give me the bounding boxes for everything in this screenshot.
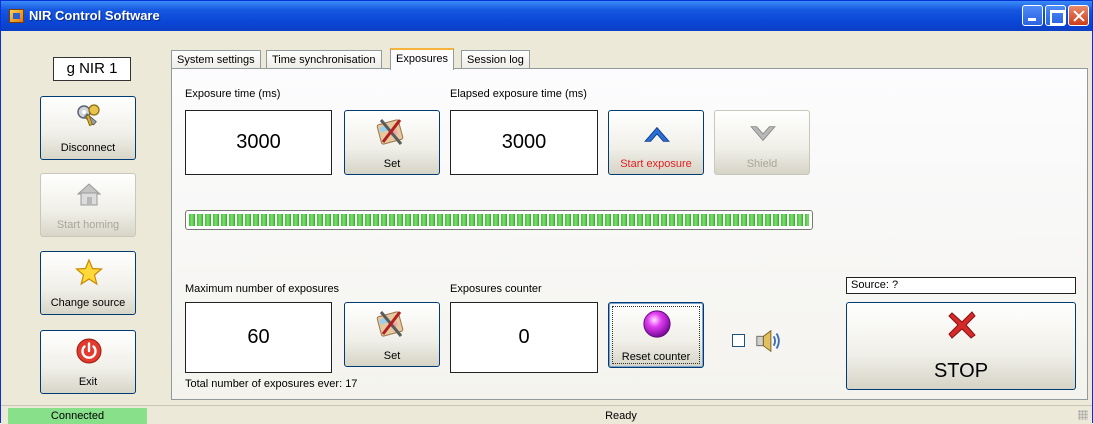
set-label: Set [383, 158, 401, 170]
exposures-counter-field: 0 [450, 302, 598, 373]
shield-label: Shield [746, 158, 778, 170]
set-exposure-time-button[interactable]: Set [344, 110, 440, 175]
chevron-down-icon [750, 126, 776, 142]
maximize-button[interactable] [1045, 5, 1066, 26]
change-source-label: Change source [50, 297, 126, 309]
stop-label: STOP [933, 360, 989, 382]
total-exposures-text: Total number of exposures ever: 17 [185, 378, 358, 390]
change-source-button[interactable]: Change source [40, 251, 136, 315]
minimize-button[interactable] [1022, 5, 1043, 26]
start-exposure-button[interactable]: Start exposure [608, 110, 704, 175]
sound-checkbox[interactable] [732, 334, 745, 347]
chevron-up-icon [644, 126, 670, 142]
exit-button[interactable]: Exit [40, 330, 136, 394]
tab-exposures[interactable]: Exposures [390, 48, 454, 70]
tools-icon [376, 311, 404, 337]
start-exposure-label: Start exposure [620, 158, 692, 170]
set-label: Set [383, 350, 401, 362]
progress-fill [189, 214, 809, 226]
device-name-label: g NIR 1 [53, 57, 131, 81]
set-max-exposures-button[interactable]: Set [344, 302, 440, 367]
keys-icon [77, 104, 100, 127]
app-icon [9, 9, 24, 23]
elapsed-exposure-time-field: 3000 [450, 110, 598, 175]
start-homing-label: Start homing [56, 219, 120, 231]
connection-status: Connected [8, 408, 147, 424]
tools-icon [376, 119, 404, 145]
max-exposures-label: Maximum number of exposures [185, 283, 340, 295]
stop-button[interactable]: STOP [846, 302, 1076, 390]
red-x-icon [948, 311, 976, 339]
reset-counter-button[interactable]: Reset counter [608, 302, 704, 368]
title-bar[interactable]: NIR Control Software [1, 1, 1092, 31]
exposure-progress-bar [185, 210, 813, 230]
start-homing-button[interactable]: Start homing [40, 173, 136, 237]
elapsed-exposure-time-label: Elapsed exposure time (ms) [450, 88, 587, 100]
exit-label: Exit [78, 376, 98, 388]
status-bar: Connected Ready [1, 405, 1092, 424]
tab-session-log[interactable]: Session log [461, 50, 530, 69]
disconnect-label: Disconnect [60, 142, 116, 154]
source-field: Source: ? [846, 277, 1076, 294]
speaker-icon [756, 329, 780, 353]
app-window: NIR Control Software g NIR 1 Disconnect … [0, 0, 1093, 424]
power-icon [76, 338, 102, 364]
close-button[interactable] [1068, 5, 1089, 26]
exposures-counter-label: Exposures counter [450, 283, 542, 295]
tab-system-settings[interactable]: System settings [171, 50, 261, 69]
disconnect-button[interactable]: Disconnect [40, 96, 136, 160]
resize-grip[interactable] [1078, 410, 1088, 420]
home-icon [76, 183, 102, 206]
star-icon [75, 258, 103, 286]
window-title: NIR Control Software [29, 8, 160, 23]
max-exposures-field[interactable]: 60 [185, 302, 332, 373]
tab-time-synchronisation[interactable]: Time synchronisation [266, 50, 382, 69]
reset-counter-label: Reset counter [621, 351, 691, 363]
purple-orb-icon [643, 310, 671, 338]
shield-button[interactable]: Shield [714, 110, 810, 175]
exposure-time-label: Exposure time (ms) [185, 88, 281, 100]
exposure-time-field[interactable]: 3000 [185, 110, 332, 175]
ready-status: Ready [605, 410, 637, 422]
